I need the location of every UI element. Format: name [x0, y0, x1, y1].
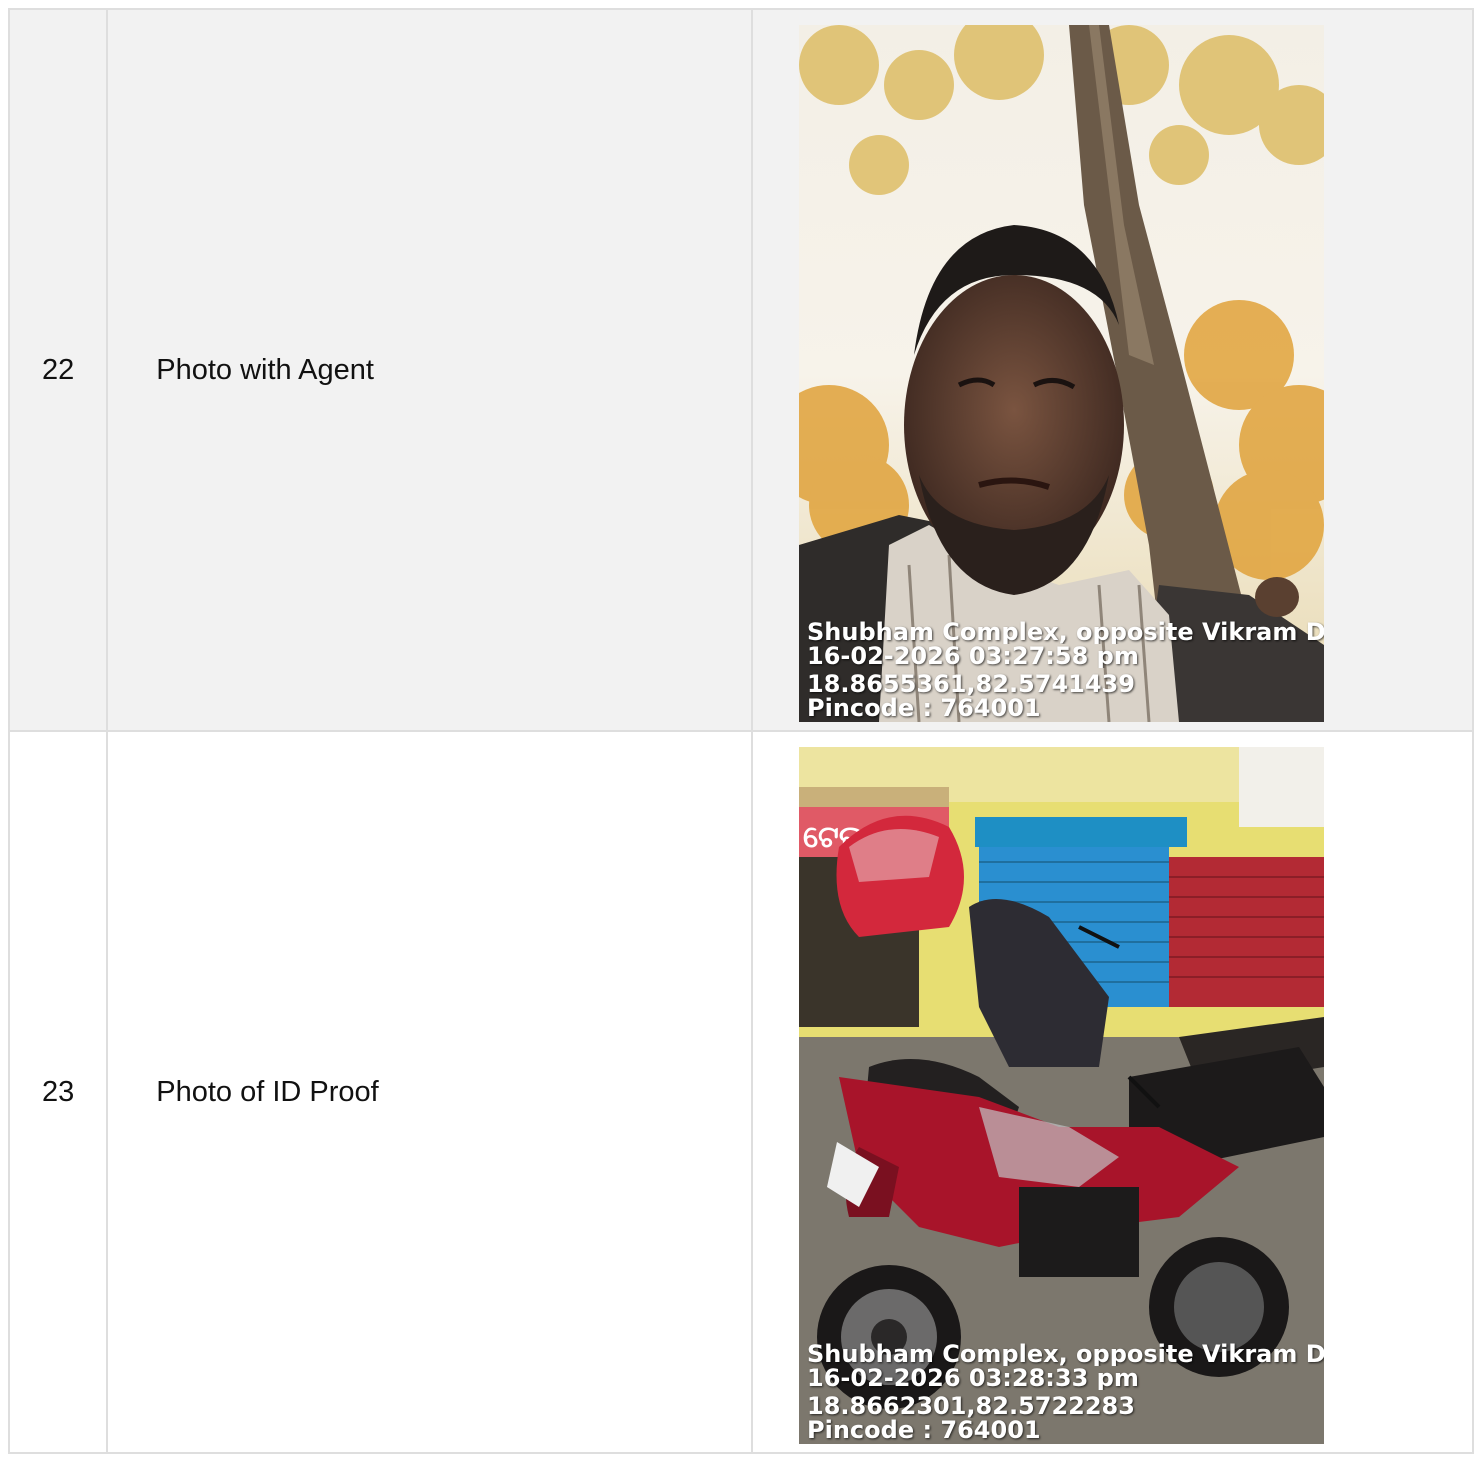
table-row: 22 Photo with Agent Shubham Complex, opp… — [7, 8, 1474, 732]
photo-stamp: Shubham Complex, opposite Vikram Dev Col… — [807, 1342, 1324, 1442]
table-row: 23 Photo of ID Proof ଟେଲ ଶୁଭମ୍ — [7, 730, 1474, 1454]
row-label: Photo of ID Proof — [106, 730, 754, 1454]
row-number: 22 — [7, 8, 109, 732]
stamp-datetime: 16-02-2026 03:27:58 pm — [807, 644, 1139, 668]
row-number: 23 — [7, 730, 109, 1454]
stamp-coordinates: 18.8662301,82.5722283 — [807, 1394, 1135, 1418]
agent-photo[interactable]: Shubham Complex, opposite Vikram Dev Col… — [799, 25, 1325, 722]
stamp-pincode: Pincode : 764001 — [807, 696, 1041, 720]
stamp-address: Shubham Complex, opposite Vikram Dev Col — [807, 1342, 1325, 1366]
stamp-address: Shubham Complex, opposite Vikram Dev Col — [807, 620, 1325, 644]
stamp-coordinates: 18.8655361,82.5741439 — [807, 672, 1135, 696]
photo-stamp: Shubham Complex, opposite Vikram Dev Col… — [807, 620, 1324, 720]
photo-cell: ଟେଲ ଶୁଭମ୍ — [751, 730, 1474, 1454]
stamp-pincode: Pincode : 764001 — [807, 1418, 1041, 1442]
row-label: Photo with Agent — [106, 8, 754, 732]
verification-table: 22 Photo with Agent Shubham Complex, opp… — [7, 8, 1474, 1454]
id-proof-photo-image: ଟେଲ ଶୁଭମ୍ — [799, 747, 1325, 1444]
id-proof-photo[interactable]: ଟେଲ ଶୁଭମ୍ — [799, 747, 1325, 1444]
photo-cell: Shubham Complex, opposite Vikram Dev Col… — [751, 8, 1474, 732]
agent-photo-image — [799, 25, 1325, 722]
stamp-datetime: 16-02-2026 03:28:33 pm — [807, 1366, 1139, 1390]
